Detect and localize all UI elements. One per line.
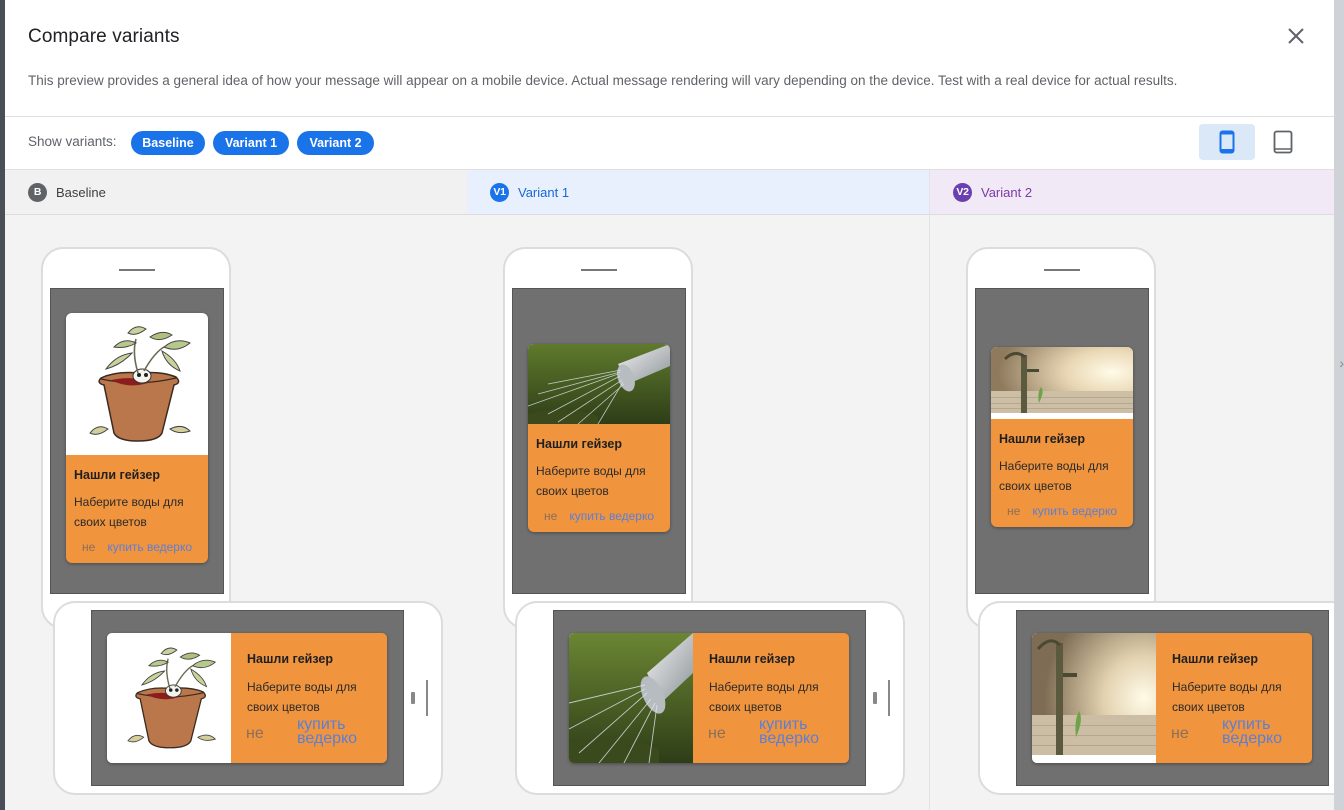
phone-screen: Нашли гейзер Наберите воды для своих цве… xyxy=(975,288,1149,594)
tablet-icon xyxy=(1273,130,1293,154)
message-card: Нашли гейзер Наберите воды для своих цве… xyxy=(569,633,849,763)
close-icon xyxy=(1288,28,1304,44)
column-name: Baseline xyxy=(56,184,106,200)
message-body: Наберите воды для своих цветов xyxy=(74,495,184,529)
message-card: Нашли гейзер Наберите воды для своих цве… xyxy=(1032,633,1312,763)
message-body: Наберите воды для своих цветов xyxy=(709,680,819,714)
phone-side-button xyxy=(426,680,428,716)
action-button[interactable]: купить ведерко xyxy=(569,509,654,523)
action-button[interactable]: купить ведерко xyxy=(297,717,357,747)
plant-pot-illustration xyxy=(107,633,231,763)
action-button[interactable]: купить ведерко xyxy=(759,717,819,747)
baseline-badge: B xyxy=(28,182,47,202)
message-title: Нашли гейзер xyxy=(74,468,160,482)
phone-screen: Нашли гейзер Наберите воды для своих цве… xyxy=(512,288,686,594)
action-button[interactable]: купить ведерко xyxy=(1032,504,1117,518)
action-button[interactable]: купить ведерко xyxy=(1222,717,1282,747)
message-title: Нашли гейзер xyxy=(709,652,795,666)
message-title: Нашли гейзер xyxy=(536,437,622,451)
message-card: Нашли гейзер Наберите воды для своих цве… xyxy=(528,344,670,532)
message-title: Нашли гейзер xyxy=(247,652,333,666)
phone-speaker xyxy=(1044,269,1080,271)
phone-view-button[interactable] xyxy=(1199,124,1255,160)
column-name: Variant 2 xyxy=(981,184,1033,200)
variant-toolbar: Show variants: Baseline Variant 1 Varian… xyxy=(5,117,1334,170)
dialog-title: Compare variants xyxy=(28,26,180,47)
phone-speaker xyxy=(581,269,617,271)
water-pump-photo xyxy=(991,347,1133,419)
dismiss-button[interactable]: не xyxy=(1171,725,1189,743)
watering-can-photo xyxy=(528,344,670,424)
phone-screen: Нашли гейзер Наберите воды для своих цве… xyxy=(50,288,224,594)
baseline-column: B Baseline Нашли гейзер Наберите воды дл… xyxy=(5,170,468,810)
phone-side-button xyxy=(888,680,890,716)
column-name: Variant 1 xyxy=(518,184,570,200)
message-title: Нашли гейзер xyxy=(1172,652,1258,666)
chevron-right-icon: › xyxy=(1339,355,1344,371)
message-body: Наберите воды для своих цветов xyxy=(536,464,646,498)
landscape-phone-preview: Нашли гейзер Наберите воды для своих цве… xyxy=(53,601,443,795)
backdrop-right-edge: › xyxy=(1334,0,1344,810)
dismiss-button[interactable]: не xyxy=(246,725,264,743)
phone-screen: Нашли гейзер Наберите воды для своих цве… xyxy=(1016,610,1329,786)
show-variants-label: Show variants: xyxy=(28,134,117,149)
phone-screen: Нашли гейзер Наберите воды для своих цве… xyxy=(553,610,866,786)
dialog-header: Compare variants This preview provides a… xyxy=(5,0,1334,117)
dismiss-button[interactable]: не xyxy=(82,540,95,554)
compare-variants-dialog: Compare variants This preview provides a… xyxy=(5,0,1334,810)
variant-1-badge: V1 xyxy=(490,182,509,202)
column-header: B Baseline xyxy=(5,170,467,215)
dismiss-button[interactable]: не xyxy=(1007,504,1020,518)
chip-variant-2[interactable]: Variant 2 xyxy=(297,131,374,155)
action-button[interactable]: купить ведерко xyxy=(107,540,192,554)
variant-1-column: V1 Variant 1 Нашли гейзер Наберите воды … xyxy=(467,170,930,810)
water-pump-photo xyxy=(1032,633,1156,763)
plant-pot-illustration xyxy=(66,313,208,455)
message-card: Нашли гейзер Наберите воды для своих цве… xyxy=(991,347,1133,527)
dismiss-button[interactable]: не xyxy=(708,725,726,743)
tablet-view-button[interactable] xyxy=(1255,124,1311,160)
message-card: Нашли гейзер Наберите воды для своих цве… xyxy=(66,313,208,563)
column-header: V2 Variant 2 xyxy=(930,170,1334,215)
close-button[interactable] xyxy=(1284,24,1308,48)
message-title: Нашли гейзер xyxy=(999,432,1085,446)
chip-baseline[interactable]: Baseline xyxy=(131,131,205,155)
dialog-description: This preview provides a general idea of … xyxy=(28,73,1178,88)
variant-2-column: V2 Variant 2 Нашли гейзер Наберите воды … xyxy=(930,170,1334,810)
landscape-phone-preview: Нашли гейзер Наберите воды для своих цве… xyxy=(515,601,905,795)
watering-can-photo xyxy=(569,633,693,763)
message-body: Наберите воды для своих цветов xyxy=(1172,680,1282,714)
message-body: Наберите воды для своих цветов xyxy=(999,459,1109,493)
phone-side-button xyxy=(411,692,415,704)
column-header: V1 Variant 1 xyxy=(467,170,929,215)
dismiss-button[interactable]: не xyxy=(544,509,557,523)
portrait-phone-preview: Нашли гейзер Наберите воды для своих цве… xyxy=(41,247,231,629)
variant-columns: B Baseline Нашли гейзер Наберите воды дл… xyxy=(5,170,1334,810)
portrait-phone-preview: Нашли гейзер Наберите воды для своих цве… xyxy=(966,247,1156,629)
phone-screen: Нашли гейзер Наберите воды для своих цве… xyxy=(91,610,404,786)
smartphone-icon xyxy=(1219,130,1235,154)
chip-variant-1[interactable]: Variant 1 xyxy=(213,131,289,155)
landscape-phone-preview: Нашли гейзер Наберите воды для своих цве… xyxy=(978,601,1334,795)
phone-side-button xyxy=(873,692,877,704)
phone-speaker xyxy=(119,269,155,271)
portrait-phone-preview: Нашли гейзер Наберите воды для своих цве… xyxy=(503,247,693,629)
variant-2-badge: V2 xyxy=(953,182,972,202)
message-card: Нашли гейзер Наберите воды для своих цве… xyxy=(107,633,387,763)
message-body: Наберите воды для своих цветов xyxy=(247,680,357,714)
